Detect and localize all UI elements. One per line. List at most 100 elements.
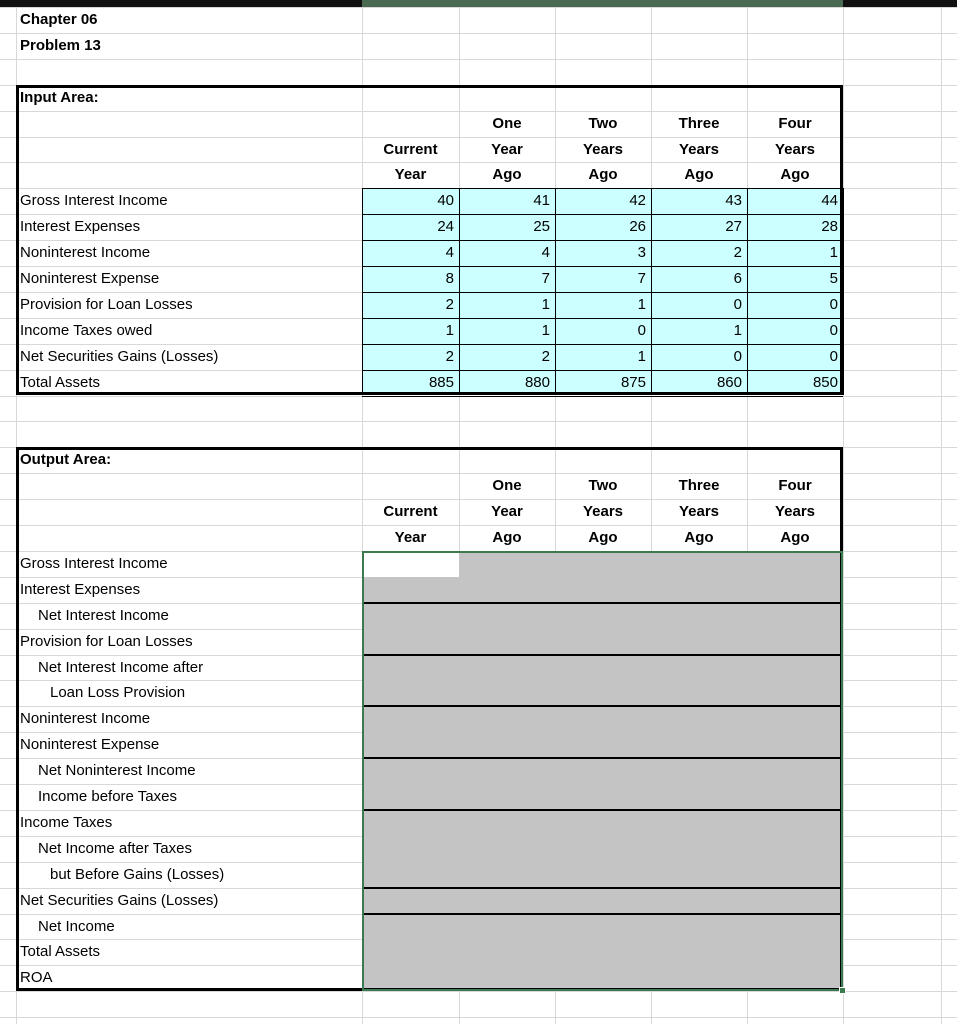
input-value-cell[interactable]: 43 (651, 188, 747, 215)
output-value-cell[interactable] (747, 835, 843, 862)
output-value-cell[interactable] (651, 861, 747, 888)
output-value-cell[interactable] (555, 680, 651, 707)
output-value-cell[interactable] (555, 758, 651, 784)
output-value-cell[interactable] (459, 732, 555, 759)
output-value-cell[interactable] (555, 654, 651, 681)
input-value-cell[interactable]: 0 (555, 317, 651, 344)
input-value-cell[interactable]: 1 (747, 240, 843, 266)
input-value-cell[interactable]: 885 (362, 369, 459, 396)
output-value-cell[interactable] (555, 576, 651, 603)
output-value-cell[interactable] (362, 680, 459, 707)
input-value-cell[interactable]: 0 (747, 291, 843, 318)
output-value-cell[interactable] (651, 913, 747, 940)
input-value-cell[interactable]: 24 (362, 214, 459, 241)
input-value-cell[interactable]: 2 (651, 240, 747, 266)
output-value-cell[interactable] (651, 654, 747, 681)
output-value-cell[interactable] (362, 758, 459, 784)
input-value-cell[interactable]: 41 (459, 188, 555, 215)
output-value-cell[interactable] (362, 809, 459, 836)
output-value-cell[interactable] (459, 861, 555, 888)
input-value-cell[interactable]: 42 (555, 188, 651, 215)
input-value-cell[interactable]: 1 (651, 317, 747, 344)
output-value-cell[interactable] (459, 965, 555, 992)
output-value-cell[interactable] (651, 550, 747, 577)
output-value-cell[interactable] (747, 628, 843, 655)
output-value-cell[interactable] (362, 939, 459, 966)
output-value-cell[interactable] (651, 809, 747, 836)
output-value-cell[interactable] (651, 835, 747, 862)
output-value-cell[interactable] (651, 965, 747, 992)
output-value-cell[interactable] (651, 758, 747, 784)
output-value-cell[interactable] (362, 835, 459, 862)
input-value-cell[interactable]: 2 (459, 343, 555, 370)
input-value-cell[interactable]: 7 (555, 266, 651, 292)
output-value-cell[interactable] (651, 784, 747, 810)
output-value-cell[interactable] (747, 758, 843, 784)
input-value-cell[interactable]: 3 (555, 240, 651, 266)
input-value-cell[interactable]: 1 (459, 317, 555, 344)
input-value-cell[interactable]: 0 (651, 291, 747, 318)
output-value-cell[interactable] (747, 602, 843, 629)
output-value-cell[interactable] (362, 965, 459, 992)
input-value-cell[interactable]: 2 (362, 291, 459, 318)
output-value-cell[interactable] (747, 576, 843, 603)
output-value-cell[interactable] (651, 887, 747, 914)
output-value-cell[interactable] (651, 576, 747, 603)
output-active-cell[interactable] (362, 550, 459, 577)
input-value-cell[interactable]: 0 (747, 317, 843, 344)
output-value-cell[interactable] (362, 732, 459, 759)
output-value-cell[interactable] (459, 628, 555, 655)
input-value-cell[interactable]: 0 (747, 343, 843, 370)
output-value-cell[interactable] (459, 758, 555, 784)
output-value-cell[interactable] (555, 784, 651, 810)
output-value-cell[interactable] (555, 732, 651, 759)
output-value-cell[interactable] (651, 680, 747, 707)
input-value-cell[interactable]: 5 (747, 266, 843, 292)
output-value-cell[interactable] (459, 680, 555, 707)
output-value-cell[interactable] (555, 628, 651, 655)
output-value-cell[interactable] (459, 602, 555, 629)
input-value-cell[interactable]: 8 (362, 266, 459, 292)
output-value-cell[interactable] (362, 602, 459, 629)
input-value-cell[interactable]: 1 (555, 343, 651, 370)
output-value-cell[interactable] (362, 784, 459, 810)
output-value-cell[interactable] (747, 784, 843, 810)
output-value-cell[interactable] (747, 939, 843, 966)
input-value-cell[interactable]: 7 (459, 266, 555, 292)
output-value-cell[interactable] (651, 939, 747, 966)
output-value-cell[interactable] (362, 706, 459, 733)
output-value-cell[interactable] (651, 628, 747, 655)
output-value-cell[interactable] (555, 706, 651, 733)
output-value-cell[interactable] (459, 913, 555, 940)
input-value-cell[interactable]: 880 (459, 369, 555, 396)
input-value-cell[interactable]: 850 (747, 369, 843, 396)
output-value-cell[interactable] (555, 809, 651, 836)
output-value-cell[interactable] (459, 809, 555, 836)
output-value-cell[interactable] (747, 680, 843, 707)
output-value-cell[interactable] (747, 809, 843, 836)
output-value-cell[interactable] (555, 835, 651, 862)
fill-handle[interactable] (839, 987, 846, 995)
input-value-cell[interactable]: 1 (459, 291, 555, 318)
output-value-cell[interactable] (459, 887, 555, 914)
output-value-cell[interactable] (747, 887, 843, 914)
output-value-cell[interactable] (459, 550, 555, 577)
input-value-cell[interactable]: 4 (362, 240, 459, 266)
input-value-cell[interactable]: 4 (459, 240, 555, 266)
output-value-cell[interactable] (747, 965, 843, 992)
output-value-cell[interactable] (555, 939, 651, 966)
output-value-cell[interactable] (362, 628, 459, 655)
output-value-cell[interactable] (651, 602, 747, 629)
output-value-cell[interactable] (747, 706, 843, 733)
output-value-cell[interactable] (555, 965, 651, 992)
input-value-cell[interactable]: 28 (747, 214, 843, 241)
input-value-cell[interactable]: 27 (651, 214, 747, 241)
output-value-cell[interactable] (459, 939, 555, 966)
input-value-cell[interactable]: 0 (651, 343, 747, 370)
input-value-cell[interactable]: 2 (362, 343, 459, 370)
output-value-cell[interactable] (555, 913, 651, 940)
output-value-cell[interactable] (362, 913, 459, 940)
input-value-cell[interactable]: 40 (362, 188, 459, 215)
output-value-cell[interactable] (459, 576, 555, 603)
output-value-cell[interactable] (555, 887, 651, 914)
